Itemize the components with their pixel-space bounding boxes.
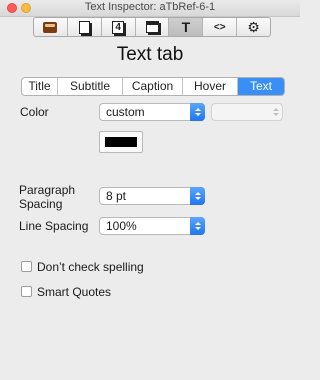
color-label: Color: [20, 105, 49, 119]
chevron-updown-icon: [268, 103, 283, 121]
text-icon[interactable]: T: [169, 18, 204, 36]
document-icon[interactable]: [68, 18, 102, 36]
number-icon[interactable]: 4: [102, 18, 136, 36]
chevron-updown-icon: [190, 217, 205, 235]
color-popup-value: custom: [106, 105, 145, 119]
paragraph-spacing-label-text: Paragraph Spacing: [19, 183, 76, 211]
tab-title[interactable]: Title: [22, 78, 58, 95]
color-popup[interactable]: custom: [99, 103, 205, 121]
inspector-window: Text Inspector: aTbRef-6-1 4 T <> ⚙ Text…: [0, 0, 300, 380]
gear-icon[interactable]: ⚙: [237, 18, 270, 36]
smart-quotes-label: Smart Quotes: [37, 285, 112, 299]
tab-bar: Title Subtitle Caption Hover Text: [21, 77, 285, 96]
paragraph-spacing-value: 8 pt: [106, 189, 127, 203]
line-spacing-value: 100%: [106, 219, 137, 233]
paragraph-spacing-label: Paragraph Spacing: [19, 183, 89, 211]
color-secondary-popup[interactable]: [211, 103, 283, 121]
chevron-updown-icon: [190, 103, 205, 121]
title-bar: Text Inspector: aTbRef-6-1: [0, 0, 300, 17]
frame-icon[interactable]: [136, 18, 170, 36]
line-spacing-label: Line Spacing: [19, 219, 89, 233]
dont-check-spelling-label: Don’t check spelling: [37, 260, 144, 274]
window-title: Text Inspector: aTbRef-6-1: [84, 1, 216, 13]
color-swatch[interactable]: [99, 131, 143, 153]
inspector-icon[interactable]: [34, 18, 68, 36]
paragraph-spacing-popup[interactable]: 8 pt: [99, 187, 205, 205]
inspector-toolbar: 4 T <> ⚙: [33, 17, 271, 37]
tab-text[interactable]: Text: [238, 78, 284, 95]
tab-hover[interactable]: Hover: [183, 78, 238, 95]
color-swatch-fill: [105, 137, 137, 147]
line-spacing-popup[interactable]: 100%: [99, 217, 205, 235]
tab-subtitle[interactable]: Subtitle: [58, 78, 123, 95]
smart-quotes-checkbox[interactable]: [21, 286, 32, 297]
chevron-updown-icon: [190, 187, 205, 205]
code-icon[interactable]: <>: [203, 18, 238, 36]
dont-check-spelling-checkbox[interactable]: [21, 261, 32, 272]
tab-caption[interactable]: Caption: [123, 78, 183, 95]
page-title: Text tab: [116, 44, 184, 65]
